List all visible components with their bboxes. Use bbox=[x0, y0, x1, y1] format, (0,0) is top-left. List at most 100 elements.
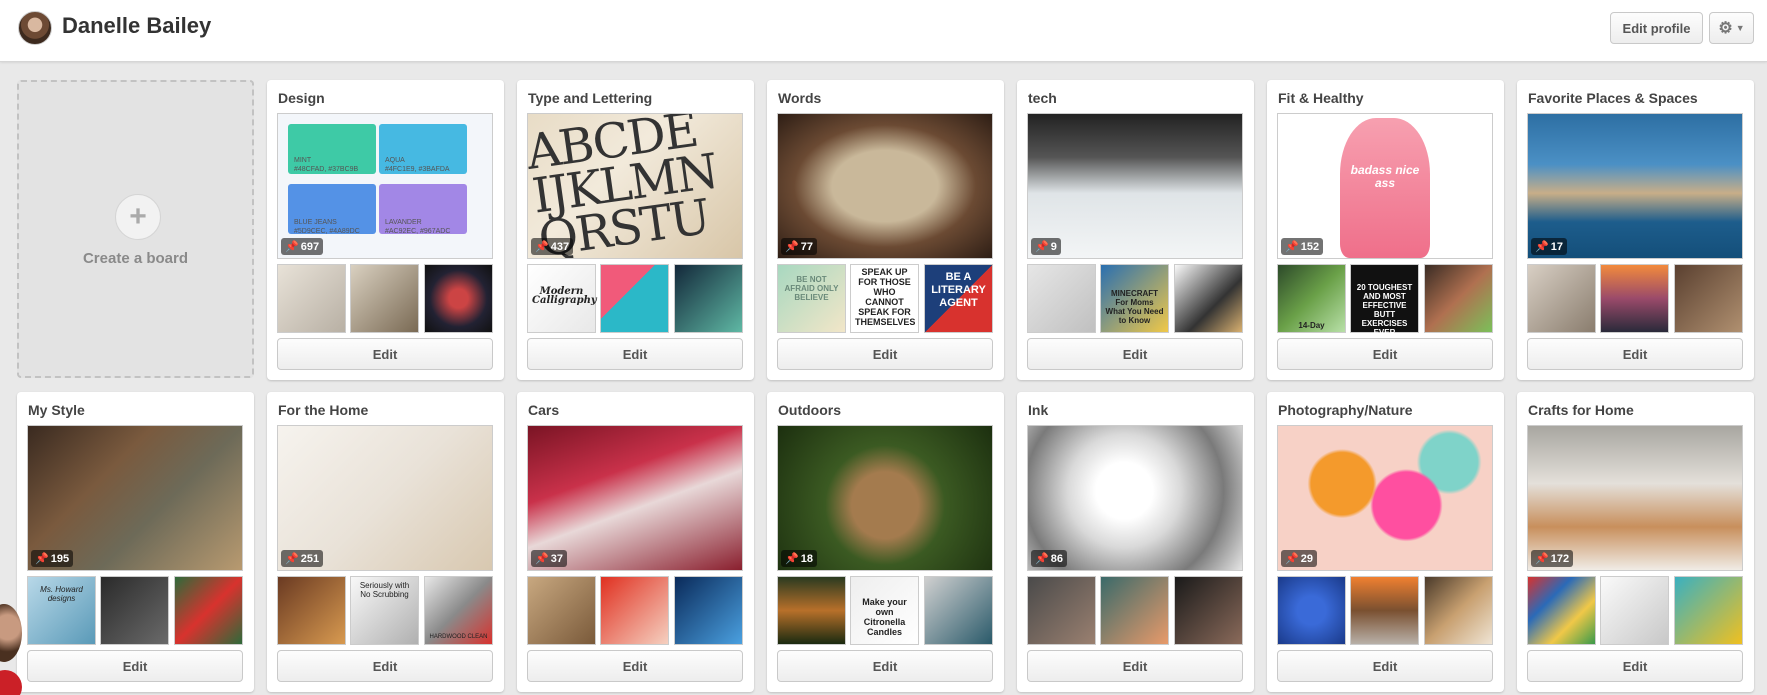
board-title[interactable]: Type and Lettering bbox=[528, 90, 652, 106]
edit-board-button[interactable]: Edit bbox=[1027, 338, 1243, 370]
board-thumbnail[interactable] bbox=[350, 264, 419, 333]
board-cover-image[interactable]: 📌 195 bbox=[27, 425, 243, 571]
board-thumbnail[interactable] bbox=[1674, 576, 1743, 645]
board-thumbnail[interactable] bbox=[1527, 576, 1596, 645]
board-title[interactable]: Ink bbox=[1028, 402, 1048, 418]
board-card-photography-nature[interactable]: Photography/Nature 📌 29 Edit bbox=[1267, 392, 1504, 692]
board-card-favorite-places-and-spaces[interactable]: Favorite Places & Spaces 📌 17 Edit bbox=[1517, 80, 1754, 380]
edit-board-button[interactable]: Edit bbox=[27, 650, 243, 682]
board-thumbnail[interactable] bbox=[527, 576, 596, 645]
edit-board-button[interactable]: Edit bbox=[1027, 650, 1243, 682]
board-thumbnail[interactable] bbox=[600, 576, 669, 645]
pin-count: 29 bbox=[1300, 552, 1313, 565]
board-card-fit-and-healthy[interactable]: Fit & Healthy badass nice ass 📌 152 14-Da… bbox=[1267, 80, 1504, 380]
board-thumbnail[interactable] bbox=[777, 576, 846, 645]
edit-board-button[interactable]: Edit bbox=[1277, 338, 1493, 370]
board-title[interactable]: Crafts for Home bbox=[1528, 402, 1634, 418]
board-cover-image[interactable]: 📌 17 bbox=[1527, 113, 1743, 259]
board-cover-image[interactable]: 📌 172 bbox=[1527, 425, 1743, 571]
board-title[interactable]: Design bbox=[278, 90, 325, 106]
board-title[interactable]: Cars bbox=[528, 402, 559, 418]
board-thumbnail[interactable] bbox=[1527, 264, 1596, 333]
thumbnail-text: Make your own Citronella Candles bbox=[862, 597, 907, 637]
board-thumbnail[interactable] bbox=[1277, 576, 1346, 645]
board-card-my-style[interactable]: My Style 📌 195 Ms. Howard designs Edit bbox=[17, 392, 254, 692]
edit-board-button[interactable]: Edit bbox=[1277, 650, 1493, 682]
board-cover-image[interactable]: MINT #48CFAD, #37BC9B AQUA #4FC1E9, #3BAFD… bbox=[277, 113, 493, 259]
board-card-crafts-for-home[interactable]: Crafts for Home 📌 172 Edit bbox=[1517, 392, 1754, 692]
board-cover-image[interactable]: 📌 9 bbox=[1027, 113, 1243, 259]
board-card-outdoors[interactable]: Outdoors 📌 18 Make your own Citronella Ca… bbox=[767, 392, 1004, 692]
board-title[interactable]: Outdoors bbox=[778, 402, 841, 418]
board-card-design[interactable]: Design MINT #48CFAD, #37BC9B AQUA #4FC1E9,… bbox=[267, 80, 504, 380]
board-thumbnail[interactable] bbox=[277, 264, 346, 333]
board-title[interactable]: Fit & Healthy bbox=[1278, 90, 1364, 106]
board-thumbnail[interactable] bbox=[1600, 576, 1669, 645]
profile-username[interactable]: Danelle Bailey bbox=[62, 13, 211, 39]
board-card-cars[interactable]: Cars 📌 37 Edit bbox=[517, 392, 754, 692]
edit-board-button[interactable]: Edit bbox=[527, 338, 743, 370]
board-cover-image[interactable]: 📌 29 bbox=[1277, 425, 1493, 571]
board-title[interactable]: My Style bbox=[28, 402, 85, 418]
board-cover-image[interactable]: badass nice ass 📌 152 bbox=[1277, 113, 1493, 259]
board-title[interactable]: Words bbox=[778, 90, 821, 106]
board-thumbnail[interactable] bbox=[1027, 264, 1096, 333]
board-thumbnail[interactable] bbox=[1424, 264, 1493, 333]
board-thumbnail[interactable] bbox=[600, 264, 669, 333]
board-thumbnail[interactable] bbox=[1100, 576, 1169, 645]
board-thumbnail[interactable]: Make your own Citronella Candles bbox=[850, 576, 919, 645]
board-thumbnail[interactable] bbox=[674, 576, 743, 645]
board-thumbnail[interactable] bbox=[924, 576, 993, 645]
board-cover-image[interactable]: 📌 86 bbox=[1027, 425, 1243, 571]
board-cover-image[interactable]: 📌 37 bbox=[527, 425, 743, 571]
board-title[interactable]: Photography/Nature bbox=[1278, 402, 1413, 418]
user-avatar[interactable] bbox=[18, 11, 52, 45]
edit-board-button[interactable]: Edit bbox=[527, 650, 743, 682]
board-card-for-the-home[interactable]: For the Home 📌 251 Seriously with No Scru… bbox=[267, 392, 504, 692]
edit-profile-button[interactable]: Edit profile bbox=[1610, 12, 1703, 44]
board-thumbnail[interactable] bbox=[277, 576, 346, 645]
edit-board-button[interactable]: Edit bbox=[277, 650, 493, 682]
board-title[interactable]: Favorite Places & Spaces bbox=[1528, 90, 1698, 106]
board-card-type-and-lettering[interactable]: Type and Lettering ABCDE IJKLMN QRSTU 📌 4… bbox=[517, 80, 754, 380]
board-thumbnail[interactable] bbox=[674, 264, 743, 333]
board-thumbnail[interactable]: SPEAK UP FOR THOSE WHO CANNOT SPEAK FOR … bbox=[850, 264, 919, 333]
board-thumbnail[interactable] bbox=[1350, 576, 1419, 645]
settings-dropdown-button[interactable]: ⚙ ▼ bbox=[1709, 12, 1754, 44]
board-title[interactable]: tech bbox=[1028, 90, 1057, 106]
board-thumbnail[interactable]: 20 TOUGHEST AND MOST EFFECTIVE BUTT EXER… bbox=[1350, 264, 1419, 337]
board-thumbnail[interactable] bbox=[1174, 576, 1243, 645]
edit-board-button[interactable]: Edit bbox=[1527, 650, 1743, 682]
board-thumbnail[interactable] bbox=[1424, 576, 1493, 645]
board-thumbnail[interactable] bbox=[424, 264, 493, 333]
board-card-words[interactable]: Words 📌 77 BE NOT AFRAID ONLY BELIEVE SPE… bbox=[767, 80, 1004, 380]
board-thumbnail[interactable] bbox=[1600, 264, 1669, 333]
edit-board-button[interactable]: Edit bbox=[277, 338, 493, 370]
board-cover-image[interactable]: 📌 77 bbox=[777, 113, 993, 259]
board-cover-image[interactable]: 📌 18 bbox=[777, 425, 993, 571]
board-thumbnails: MINECRAFT For Moms What You Need to Know bbox=[1027, 264, 1243, 333]
board-thumbnail[interactable]: BE NOT AFRAID ONLY BELIEVE bbox=[777, 264, 846, 333]
board-cover-image[interactable]: 📌 251 bbox=[277, 425, 493, 571]
board-thumbnail[interactable]: Seriously with No Scrubbing bbox=[350, 576, 419, 645]
board-title[interactable]: For the Home bbox=[278, 402, 368, 418]
edit-board-button[interactable]: Edit bbox=[777, 338, 993, 370]
board-thumbnail[interactable]: HARDWOOD CLEAN bbox=[424, 576, 493, 645]
board-thumbnail[interactable] bbox=[1674, 264, 1743, 333]
board-thumbnail[interactable] bbox=[1027, 576, 1096, 645]
board-cover-image[interactable]: ABCDE IJKLMN QRSTU 📌 437 bbox=[527, 113, 743, 259]
board-card-tech[interactable]: tech 📌 9 MINECRAFT For Moms What You Need… bbox=[1017, 80, 1254, 380]
board-thumbnail[interactable] bbox=[1174, 264, 1243, 333]
board-thumbnail[interactable] bbox=[174, 576, 243, 645]
board-thumbnail[interactable] bbox=[100, 576, 169, 645]
board-card-ink[interactable]: Ink 📌 86 Edit bbox=[1017, 392, 1254, 692]
swatch-label-lavander: LAVANDER #AC92EC, #967ADC bbox=[385, 218, 450, 236]
edit-board-button[interactable]: Edit bbox=[1527, 338, 1743, 370]
board-thumbnail[interactable]: Ms. Howard designs bbox=[27, 576, 96, 645]
board-thumbnail[interactable]: MINECRAFT For Moms What You Need to Know bbox=[1100, 264, 1169, 333]
create-board-button[interactable]: + Create a board bbox=[17, 80, 254, 378]
board-thumbnail[interactable]: BE A LITERARY AGENT bbox=[924, 264, 993, 333]
board-thumbnail[interactable]: Modern Calligraphy bbox=[527, 264, 597, 333]
board-thumbnail[interactable]: 14-Day bbox=[1277, 264, 1346, 333]
edit-board-button[interactable]: Edit bbox=[777, 650, 993, 682]
